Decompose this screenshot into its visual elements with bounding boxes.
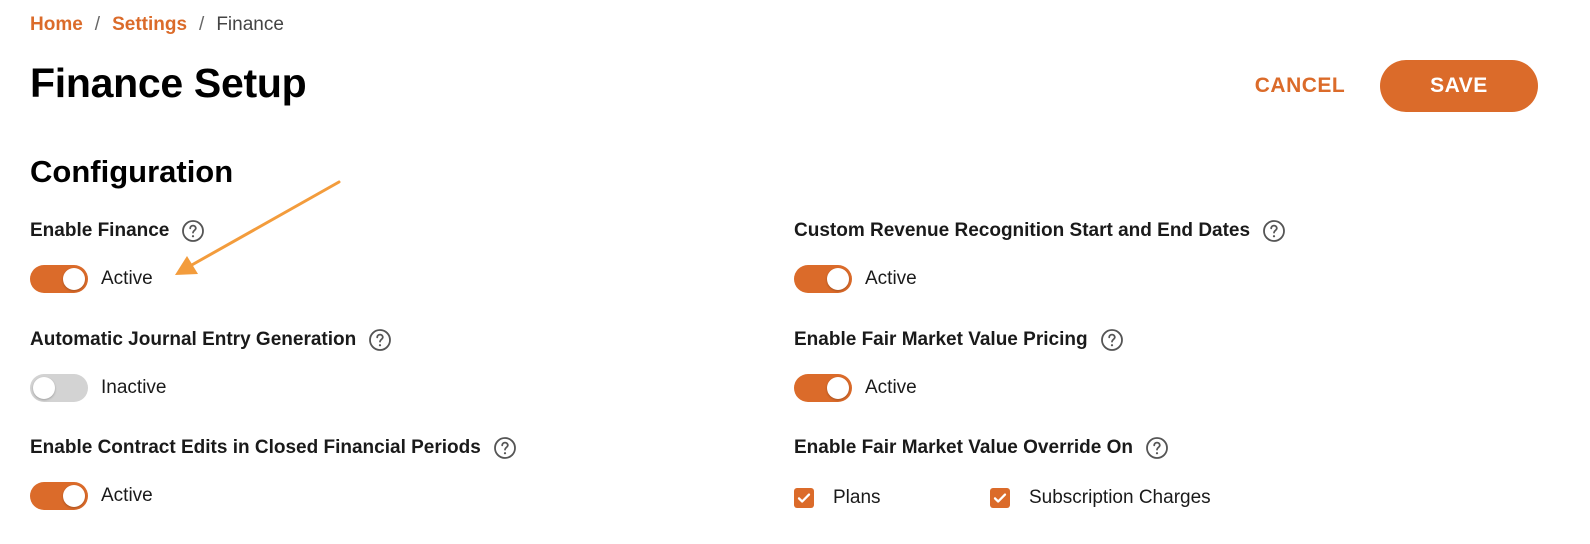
setting-fmv-pricing: Enable Fair Market Value Pricing Active bbox=[794, 327, 1124, 403]
cancel-button[interactable]: CANCEL bbox=[1244, 60, 1356, 112]
setting-label: Enable Contract Edits in Closed Financia… bbox=[30, 437, 481, 458]
checkmark-icon bbox=[797, 493, 811, 503]
plans-checkbox-item[interactable]: Plans bbox=[794, 487, 990, 509]
plans-checkbox[interactable] bbox=[794, 488, 814, 508]
toggle-status: Active bbox=[865, 268, 917, 289]
toggle-knob bbox=[827, 268, 849, 290]
checkbox-label: Plans bbox=[833, 487, 881, 508]
subscription-charges-checkbox-item[interactable]: Subscription Charges bbox=[990, 487, 1211, 509]
journal-entry-toggle[interactable] bbox=[30, 374, 88, 402]
toggle-knob bbox=[63, 268, 85, 290]
toggle-knob bbox=[63, 485, 85, 507]
help-circle-icon[interactable] bbox=[1262, 219, 1286, 243]
setting-label: Custom Revenue Recognition Start and End… bbox=[794, 220, 1251, 241]
contract-edits-toggle[interactable] bbox=[30, 482, 88, 510]
toggle-knob bbox=[33, 377, 55, 399]
help-circle-icon[interactable] bbox=[368, 328, 392, 352]
breadcrumb: Home / Settings / Finance bbox=[30, 14, 284, 36]
breadcrumb-separator: / bbox=[94, 14, 101, 35]
checkbox-label: Subscription Charges bbox=[1029, 487, 1211, 508]
setting-label: Automatic Journal Entry Generation bbox=[30, 329, 357, 350]
setting-label: Enable Fair Market Value Override On bbox=[794, 437, 1133, 458]
setting-fmv-override: Enable Fair Market Value Override On Pla… bbox=[794, 435, 1211, 513]
toggle-status: Active bbox=[865, 377, 917, 398]
toggle-knob bbox=[827, 377, 849, 399]
help-circle-icon[interactable] bbox=[1100, 328, 1124, 352]
revenue-dates-toggle[interactable] bbox=[794, 265, 852, 293]
breadcrumb-separator: / bbox=[199, 14, 205, 35]
help-circle-icon[interactable] bbox=[493, 436, 517, 460]
enable-finance-toggle[interactable] bbox=[30, 265, 88, 293]
breadcrumb-current: Finance bbox=[216, 14, 284, 35]
setting-label: Enable Finance bbox=[30, 220, 170, 241]
checkmark-icon bbox=[993, 493, 1007, 503]
subscription-charges-checkbox[interactable] bbox=[990, 488, 1010, 508]
breadcrumb-settings-link[interactable]: Settings bbox=[112, 14, 187, 36]
page-title: Finance Setup bbox=[30, 60, 307, 106]
toggle-status: Active bbox=[101, 268, 153, 289]
fmv-pricing-toggle[interactable] bbox=[794, 374, 852, 402]
save-button[interactable]: SAVE bbox=[1380, 60, 1538, 112]
toggle-status: Inactive bbox=[101, 377, 167, 398]
setting-label: Enable Fair Market Value Pricing bbox=[794, 329, 1088, 350]
help-circle-icon[interactable] bbox=[181, 219, 205, 243]
section-title: Configuration bbox=[30, 154, 234, 189]
toggle-status: Active bbox=[101, 485, 153, 506]
setting-revenue-dates: Custom Revenue Recognition Start and End… bbox=[794, 218, 1286, 294]
help-circle-icon[interactable] bbox=[1145, 436, 1169, 460]
setting-enable-finance: Enable Finance Active bbox=[30, 218, 205, 294]
setting-journal-entry: Automatic Journal Entry Generation Inact… bbox=[30, 327, 392, 403]
setting-contract-edits: Enable Contract Edits in Closed Financia… bbox=[30, 435, 517, 511]
breadcrumb-home-link[interactable]: Home bbox=[30, 14, 83, 36]
